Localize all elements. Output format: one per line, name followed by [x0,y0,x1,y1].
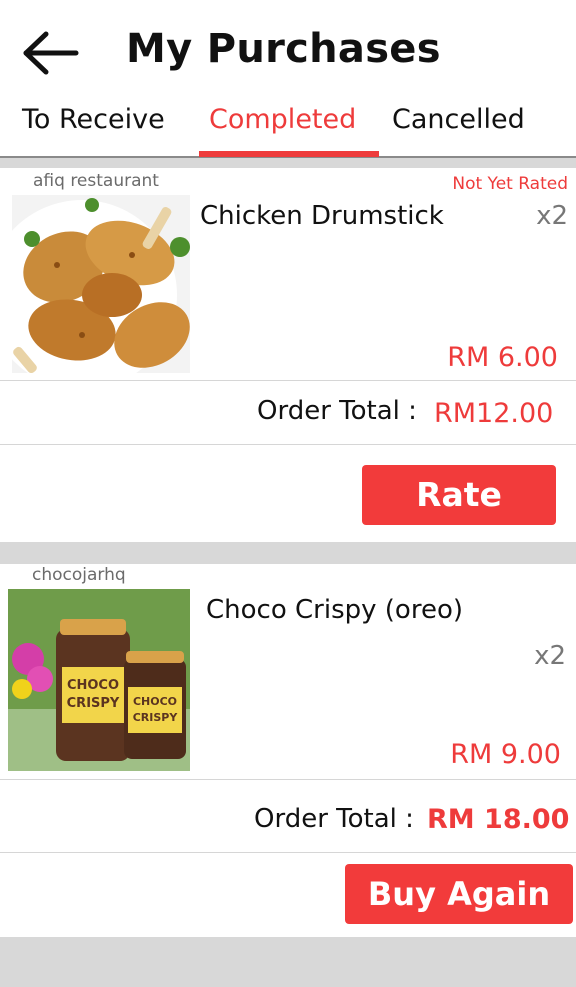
divider [0,444,576,445]
jar-label-2: CRISPY [133,711,179,724]
product-image-chicken[interactable] [12,195,190,373]
divider [0,852,576,853]
shop-name[interactable]: afiq restaurant [33,171,159,191]
rating-status: Not Yet Rated [452,174,568,194]
item-price: RM 9.00 [450,739,561,770]
rate-button[interactable]: Rate [362,465,556,525]
item-quantity: x2 [536,201,568,231]
order-total-value: RM12.00 [434,398,554,429]
jar-label-2: CRISPY [67,696,120,711]
item-name[interactable]: Chicken Drumstick [200,201,444,231]
tab-cancelled[interactable]: Cancelled [392,104,525,135]
tab-bar: To Receive Completed Cancelled [0,100,576,158]
order-card: chocojarhq CHOCO CRISPY CHOCO CRISPY Cho… [0,564,576,937]
item-price: RM 6.00 [447,342,558,373]
order-card: afiq restaurant Not Yet Rated Chicken Dr… [0,168,576,542]
shop-name[interactable]: chocojarhq [32,565,126,585]
chicken-drumstick-image [12,195,190,373]
tab-to-receive[interactable]: To Receive [22,104,165,135]
divider [0,779,576,780]
arrow-left-icon[interactable] [22,30,80,76]
item-quantity: x2 [534,641,566,671]
product-image-choco-crispy[interactable]: CHOCO CRISPY CHOCO CRISPY [8,589,190,771]
jar-label-1: CHOCO [67,678,119,693]
section-separator [0,542,576,564]
order-total-label: Order Total : [257,396,417,426]
jar-label-1: CHOCO [133,695,177,708]
page-title: My Purchases [126,26,441,72]
order-total-label: Order Total : [254,804,414,834]
item-name[interactable]: Choco Crispy (oreo) [206,595,463,625]
active-tab-indicator [199,151,379,157]
section-separator [0,937,576,987]
choco-crispy-jar-image: CHOCO CRISPY CHOCO CRISPY [8,589,190,771]
tab-completed[interactable]: Completed [209,104,356,135]
order-total-value: RM 18.00 [427,804,570,835]
section-separator [0,158,576,168]
divider [0,380,576,381]
buy-again-button[interactable]: Buy Again [345,864,573,924]
app-header: My Purchases [0,0,576,100]
